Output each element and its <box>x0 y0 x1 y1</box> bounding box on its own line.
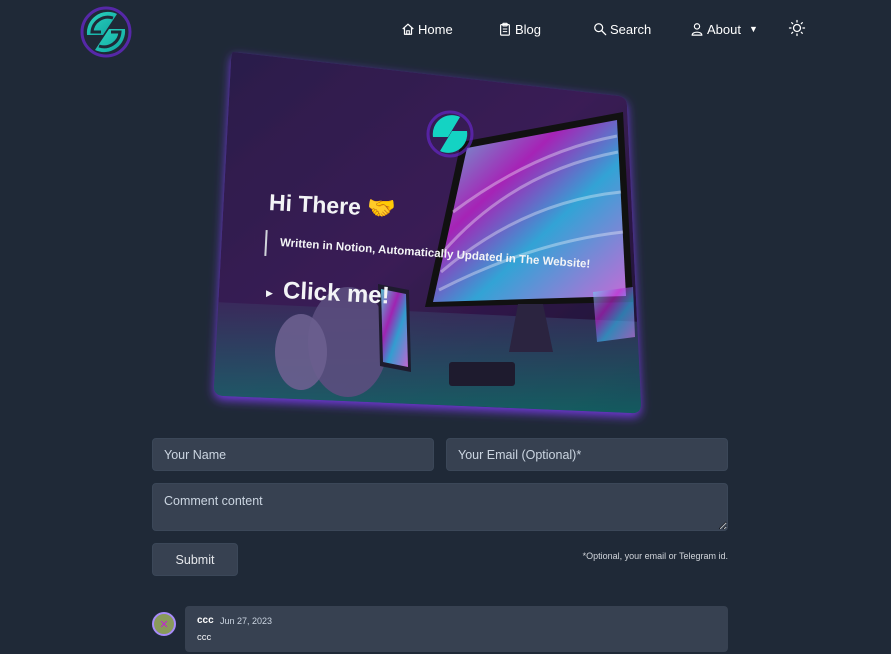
hero-card[interactable]: Hi There 🤝 Written in Notion, Automatica… <box>213 52 643 416</box>
nav-blog[interactable]: Blog <box>498 19 541 39</box>
comment-author: ccc <box>197 615 214 626</box>
nav-about[interactable]: About ▼ <box>690 19 758 39</box>
search-icon <box>594 23 607 36</box>
comment-body: ccc <box>197 632 212 643</box>
comment-date: Jun 27, 2023 <box>220 616 273 626</box>
form-note: *Optional, your email or Telegram id. <box>582 551 728 561</box>
hero-image <box>213 52 642 414</box>
avatar: ✕ <box>152 612 176 636</box>
comment-item: ccc Jun 27, 2023 ccc <box>185 606 728 652</box>
name-input[interactable] <box>152 438 434 471</box>
clipboard-icon <box>500 22 510 36</box>
home-icon <box>402 23 414 35</box>
nav-blog-label: Blog <box>515 21 542 37</box>
hero-cta[interactable]: Click me! <box>282 277 390 311</box>
nav-home-label: Home <box>418 21 453 37</box>
email-input[interactable] <box>446 438 728 471</box>
sun-icon[interactable] <box>788 19 806 37</box>
comment-textarea[interactable] <box>152 483 728 531</box>
nav-about-label: About <box>707 21 741 37</box>
user-icon <box>691 23 703 36</box>
nav-home[interactable]: Home <box>401 19 453 39</box>
nav-search-label: Search <box>610 21 652 37</box>
nav-search[interactable]: Search <box>593 19 651 39</box>
triangle-right-icon: ▶ <box>266 288 273 298</box>
submit-button[interactable]: Submit <box>152 543 238 576</box>
chevron-down-icon: ▼ <box>748 24 758 34</box>
page: Home Blog Search About ▼ Hi There 🤝 Writ… <box>0 0 891 654</box>
site-logo-icon[interactable] <box>79 5 133 59</box>
